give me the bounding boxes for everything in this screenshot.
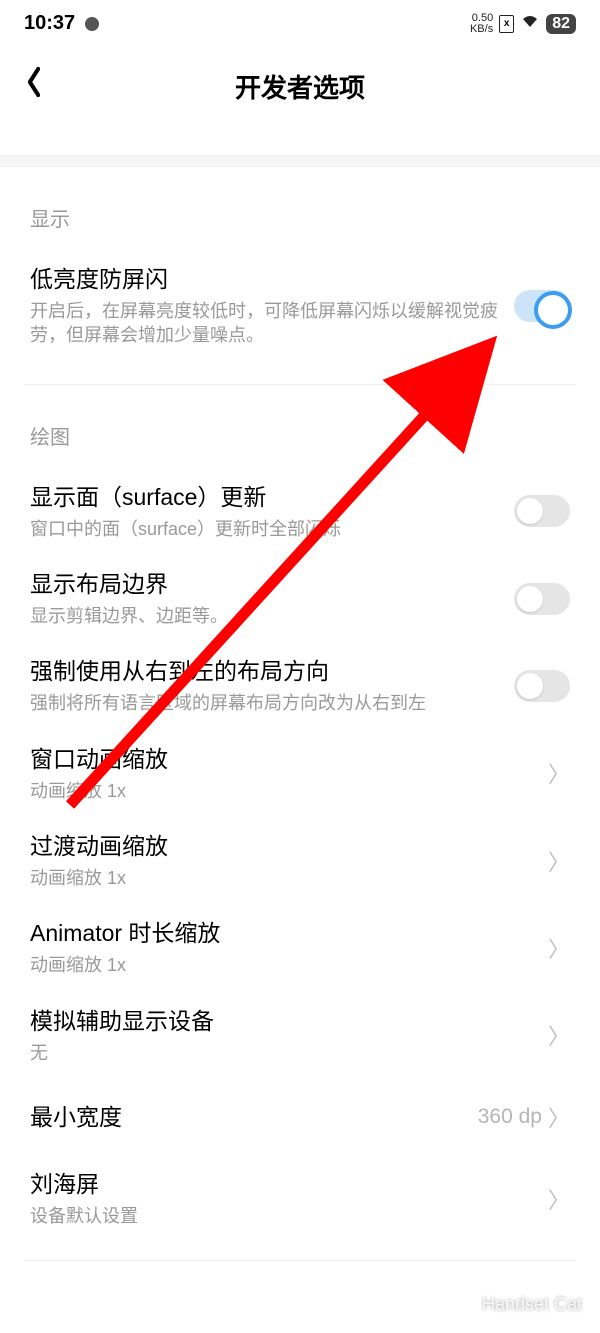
sim-icon: x	[499, 15, 514, 33]
item-desc: 无	[30, 1041, 536, 1065]
chevron-right-icon: 〉	[548, 1019, 570, 1051]
item-window-anim-scale[interactable]: 窗口动画缩放 动画缩放 1x 〉	[0, 730, 600, 817]
item-title: 刘海屏	[30, 1169, 536, 1200]
item-desc: 动画缩放 1x	[30, 866, 536, 890]
item-layout-bounds[interactable]: 显示布局边界 显示剪辑边界、边距等。	[0, 555, 600, 642]
network-speed: 0.50 KB/s	[470, 13, 493, 35]
item-min-width[interactable]: 最小宽度 360 dp 〉	[0, 1079, 600, 1155]
item-surface-updates[interactable]: 显示面（surface）更新 窗口中的面（surface）更新时全部闪烁	[0, 468, 600, 555]
page-title: 开发者选项	[235, 68, 365, 105]
item-title: 模拟辅助显示设备	[30, 1006, 536, 1037]
toggle-surface-updates[interactable]	[514, 495, 570, 527]
divider	[24, 1260, 576, 1261]
item-title: 显示布局边界	[30, 569, 502, 600]
item-title: 显示面（surface）更新	[30, 482, 502, 513]
chevron-right-icon: 〉	[548, 932, 570, 964]
toggle-layout-bounds[interactable]	[514, 583, 570, 615]
item-title: 强制使用从右到左的布局方向	[30, 656, 502, 687]
chevron-right-icon: 〉	[548, 757, 570, 789]
item-title: 低亮度防屏闪	[30, 264, 502, 295]
section-header-display: 显示	[0, 167, 600, 250]
status-right: 0.50 KB/s x 82	[470, 13, 576, 35]
status-bar: 10:37 0.50 KB/s x 82	[0, 0, 600, 41]
item-notch-screen[interactable]: 刘海屏 设备默认设置 〉	[0, 1155, 600, 1242]
toggle-rtl-layout[interactable]	[514, 670, 570, 702]
item-desc: 显示剪辑边界、边距等。	[30, 604, 502, 628]
item-value: 360 dp	[478, 1105, 542, 1129]
toggle-low-brightness[interactable]	[514, 290, 570, 322]
item-title: 最小宽度	[30, 1102, 466, 1133]
item-desc: 设备默认设置	[30, 1204, 536, 1228]
chevron-right-icon: 〉	[548, 1183, 570, 1215]
page-header: 开发者选项	[0, 41, 600, 135]
watermark: Handset Cat	[444, 1291, 582, 1317]
item-desc: 窗口中的面（surface）更新时全部闪烁	[30, 517, 502, 541]
item-desc: 动画缩放 1x	[30, 953, 536, 977]
section-divider	[0, 155, 600, 167]
item-title: 窗口动画缩放	[30, 744, 536, 775]
status-left: 10:37	[24, 12, 99, 35]
item-simulate-secondary-display[interactable]: 模拟辅助显示设备 无 〉	[0, 992, 600, 1079]
chevron-right-icon: 〉	[548, 1101, 570, 1133]
back-button[interactable]	[27, 67, 41, 105]
item-title: 过渡动画缩放	[30, 831, 536, 862]
item-desc: 强制将所有语言区域的屏幕布局方向改为从右到左	[30, 691, 502, 715]
item-rtl-layout[interactable]: 强制使用从右到左的布局方向 强制将所有语言区域的屏幕布局方向改为从右到左	[0, 642, 600, 729]
cat-icon	[444, 1291, 474, 1317]
item-desc: 动画缩放 1x	[30, 779, 536, 803]
wifi-icon	[520, 13, 540, 34]
item-title: Animator 时长缩放	[30, 918, 536, 949]
watermark-text: Handset Cat	[482, 1294, 582, 1315]
item-low-brightness-flicker[interactable]: 低亮度防屏闪 开启后，在屏幕亮度较低时，可降低屏幕闪烁以缓解视觉疲劳，但屏幕会增…	[0, 250, 600, 362]
chevron-right-icon: 〉	[548, 845, 570, 877]
item-desc: 开启后，在屏幕亮度较低时，可降低屏幕闪烁以缓解视觉疲劳，但屏幕会增加少量噪点。	[30, 299, 502, 348]
section-header-drawing: 绘图	[0, 385, 600, 468]
status-time: 10:37	[24, 12, 75, 35]
browser-icon	[85, 17, 99, 31]
item-transition-anim-scale[interactable]: 过渡动画缩放 动画缩放 1x 〉	[0, 817, 600, 904]
item-animator-duration-scale[interactable]: Animator 时长缩放 动画缩放 1x 〉	[0, 904, 600, 991]
battery-indicator: 82	[546, 14, 576, 34]
